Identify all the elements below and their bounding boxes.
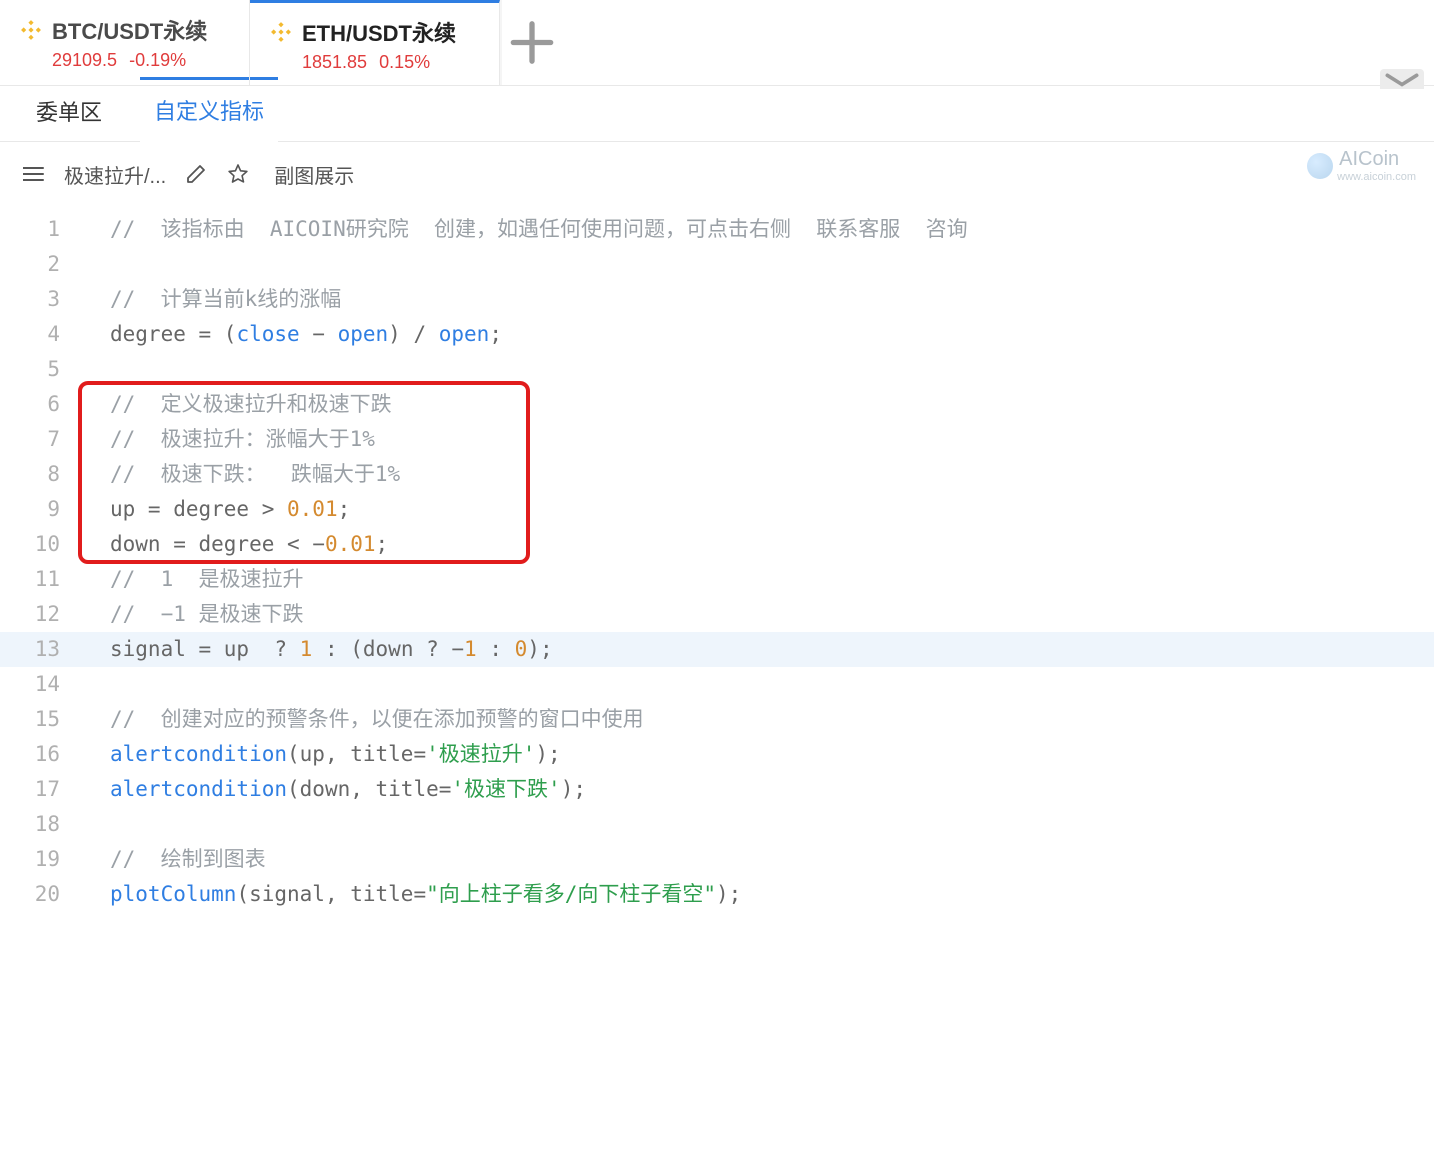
- binance-icon: [20, 19, 42, 41]
- code-line[interactable]: 13signal = up ? 1 : (down ? −1 : 0);: [0, 632, 1434, 667]
- code-content: down = degree < −0.01;: [80, 527, 388, 562]
- code-line[interactable]: 2: [0, 247, 1434, 282]
- tab-custom-indicator[interactable]: 自定义指标: [140, 77, 278, 142]
- binance-icon: [270, 21, 292, 43]
- symbol-price: 29109.5: [52, 50, 117, 71]
- code-content: // 定义极速拉升和极速下跌: [80, 387, 392, 422]
- code-line[interactable]: 17alertcondition(down, title='极速下跌');: [0, 772, 1434, 807]
- code-line[interactable]: 4degree = (close − open) / open;: [0, 317, 1434, 352]
- code-editor[interactable]: 1// 该指标由 AICOIN研究院 创建，如遇任何使用问题，可点击右侧 联系客…: [0, 206, 1434, 912]
- line-number: 13: [0, 632, 80, 667]
- line-number: 16: [0, 737, 80, 772]
- script-name[interactable]: 极速拉升/...: [64, 160, 166, 189]
- edit-icon[interactable]: [184, 162, 208, 186]
- sub-tabs: 委单区 自定义指标: [0, 86, 1434, 142]
- code-line[interactable]: 11// 1 是极速拉升: [0, 562, 1434, 597]
- code-line[interactable]: 7// 极速拉升：涨幅大于1%: [0, 422, 1434, 457]
- symbol-change: 0.15%: [379, 52, 430, 73]
- line-number: 3: [0, 282, 80, 317]
- side-chart-label[interactable]: 副图展示: [274, 160, 354, 189]
- code-line[interactable]: 8// 极速下跌： 跌幅大于1%: [0, 457, 1434, 492]
- code-content: degree = (close − open) / open;: [80, 317, 502, 352]
- code-line[interactable]: 9up = degree > 0.01;: [0, 492, 1434, 527]
- code-line[interactable]: 19// 绘制到图表: [0, 842, 1434, 877]
- code-content: plotColumn(signal, title="向上柱子看多/向下柱子看空"…: [80, 877, 741, 912]
- line-number: 14: [0, 667, 80, 702]
- code-content: alertcondition(up, title='极速拉升');: [80, 737, 561, 772]
- code-content: // −1 是极速下跌: [80, 597, 304, 632]
- line-number: 10: [0, 527, 80, 562]
- code-line[interactable]: 14: [0, 667, 1434, 702]
- code-content: // 极速拉升：涨幅大于1%: [80, 422, 375, 457]
- watermark-url: www.aicoin.com: [1337, 171, 1416, 183]
- list-icon[interactable]: [22, 162, 46, 186]
- code-line[interactable]: 15// 创建对应的预警条件，以便在添加预警的窗口中使用: [0, 702, 1434, 737]
- aicoin-logo-icon: [1307, 153, 1333, 179]
- symbol-tab-eth[interactable]: ETH/USDT永续 1851.85 0.15%: [250, 0, 500, 85]
- tab-orders[interactable]: 委单区: [22, 81, 116, 141]
- line-number: 8: [0, 457, 80, 492]
- code-line[interactable]: 3// 计算当前k线的涨幅: [0, 282, 1434, 317]
- code-line[interactable]: 18: [0, 807, 1434, 842]
- line-number: 12: [0, 597, 80, 632]
- code-line[interactable]: 10down = degree < −0.01;: [0, 527, 1434, 562]
- collapse-panel-button[interactable]: [1380, 69, 1424, 89]
- line-number: 6: [0, 387, 80, 422]
- code-content: up = degree > 0.01;: [80, 492, 350, 527]
- symbol-tabs: BTC/USDT永续 29109.5 -0.19% ETH/USDT永续 185…: [0, 0, 1434, 86]
- line-number: 20: [0, 877, 80, 912]
- line-number: 1: [0, 212, 80, 247]
- code-content: // 该指标由 AICOIN研究院 创建，如遇任何使用问题，可点击右侧 联系客服…: [80, 212, 968, 247]
- code-line[interactable]: 20plotColumn(signal, title="向上柱子看多/向下柱子看…: [0, 877, 1434, 912]
- code-content: alertcondition(down, title='极速下跌');: [80, 772, 586, 807]
- watermark-brand: AICoin: [1339, 148, 1399, 170]
- editor-toolbar: 极速拉升/... 副图展示 AICoin www.aicoin.com: [0, 142, 1434, 206]
- code-content: signal = up ? 1 : (down ? −1 : 0);: [80, 632, 553, 667]
- add-symbol-button[interactable]: [500, 0, 564, 85]
- line-number: 15: [0, 702, 80, 737]
- line-number: 7: [0, 422, 80, 457]
- code-content: // 计算当前k线的涨幅: [80, 282, 341, 317]
- line-number: 5: [0, 352, 80, 387]
- symbol-change: -0.19%: [129, 50, 186, 71]
- symbol-name: ETH/USDT永续: [302, 16, 456, 48]
- aicoin-watermark: AICoin www.aicoin.com: [1307, 148, 1416, 183]
- symbol-price: 1851.85: [302, 52, 367, 73]
- line-number: 18: [0, 807, 80, 842]
- code-line[interactable]: 5: [0, 352, 1434, 387]
- star-icon[interactable]: [226, 162, 250, 186]
- code-line[interactable]: 12// −1 是极速下跌: [0, 597, 1434, 632]
- line-number: 11: [0, 562, 80, 597]
- code-line[interactable]: 16alertcondition(up, title='极速拉升');: [0, 737, 1434, 772]
- line-number: 17: [0, 772, 80, 807]
- code-line[interactable]: 1// 该指标由 AICOIN研究院 创建，如遇任何使用问题，可点击右侧 联系客…: [0, 212, 1434, 247]
- line-number: 9: [0, 492, 80, 527]
- code-line[interactable]: 6// 定义极速拉升和极速下跌: [0, 387, 1434, 422]
- symbol-name: BTC/USDT永续: [52, 14, 207, 46]
- symbol-tab-btc[interactable]: BTC/USDT永续 29109.5 -0.19%: [0, 0, 250, 85]
- line-number: 4: [0, 317, 80, 352]
- code-content: // 创建对应的预警条件，以便在添加预警的窗口中使用: [80, 702, 644, 737]
- line-number: 19: [0, 842, 80, 877]
- line-number: 2: [0, 247, 80, 282]
- code-content: // 1 是极速拉升: [80, 562, 304, 597]
- code-content: // 绘制到图表: [80, 842, 266, 877]
- code-content: // 极速下跌： 跌幅大于1%: [80, 457, 400, 492]
